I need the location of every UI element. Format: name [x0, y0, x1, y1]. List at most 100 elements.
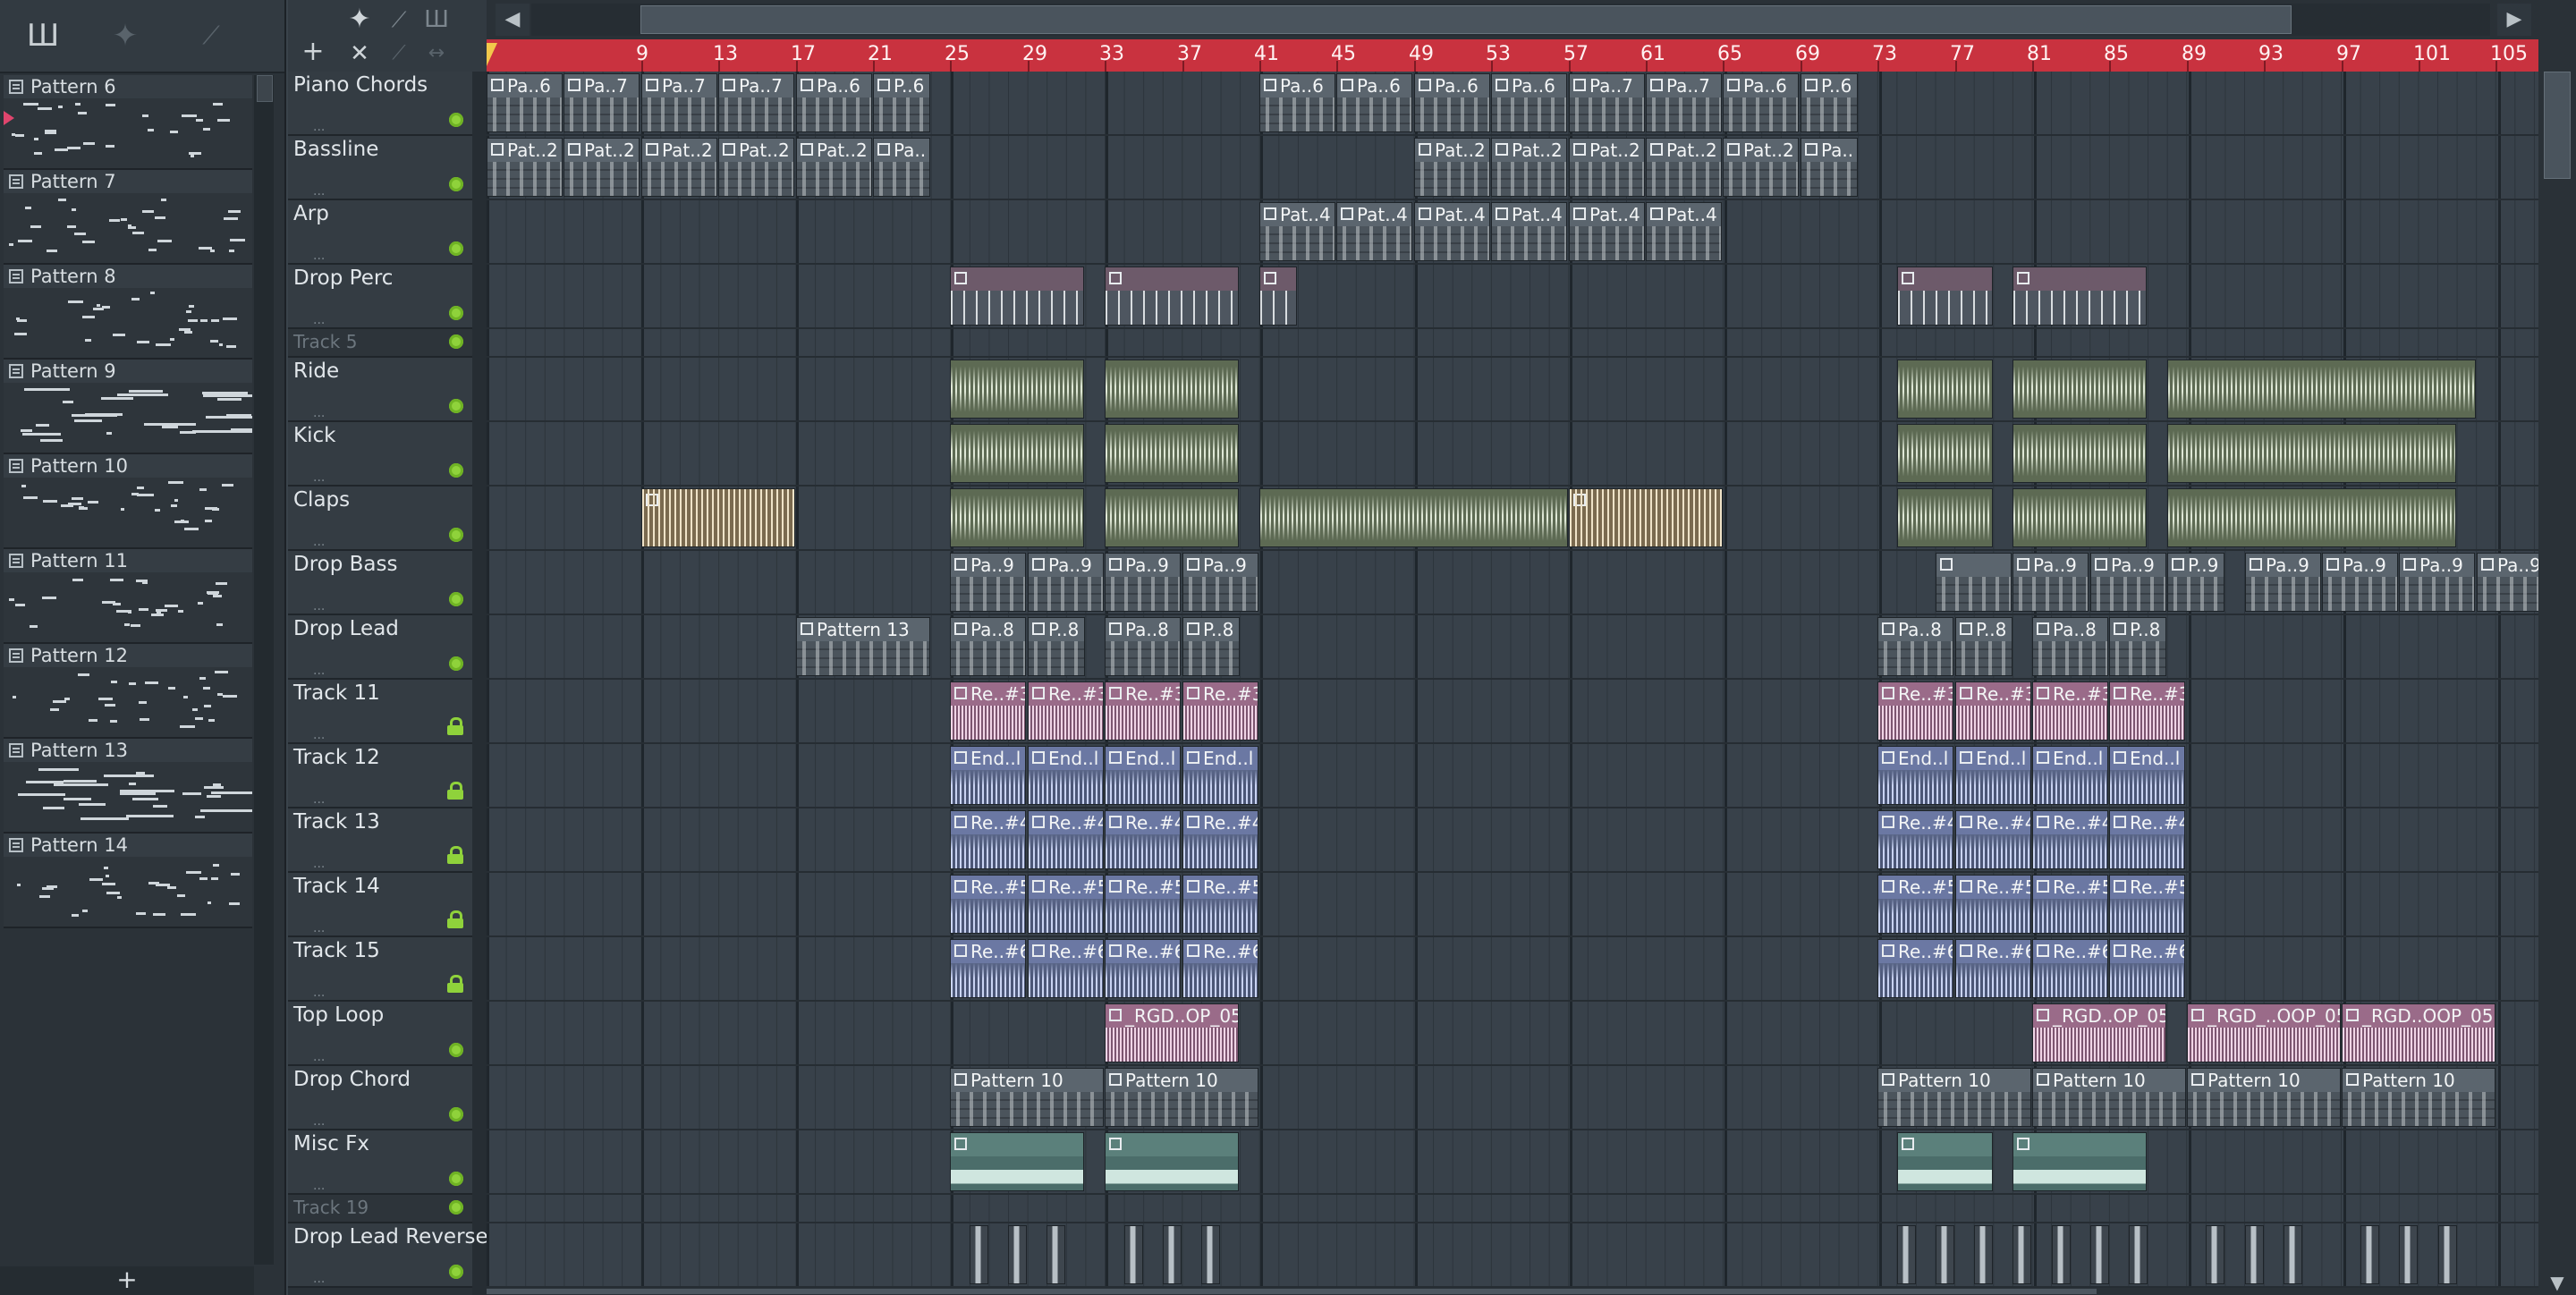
- track-header[interactable]: Bassline...: [288, 136, 472, 200]
- track-options[interactable]: ...: [313, 599, 325, 614]
- playlist-clip[interactable]: Re..#5: [2032, 875, 2108, 934]
- playlist-clip[interactable]: P..6: [1801, 73, 1858, 132]
- track-options[interactable]: ...: [313, 1050, 325, 1064]
- track-enable-led[interactable]: [449, 241, 463, 256]
- track-header[interactable]: Track 5: [288, 329, 472, 358]
- add-pattern-button[interactable]: +: [0, 1266, 254, 1295]
- waveform-icon[interactable]: ✦: [106, 18, 145, 54]
- lock-icon[interactable]: [447, 717, 463, 735]
- playlist-clip[interactable]: Re..#6: [2109, 939, 2185, 998]
- playlist-clip[interactable]: Pa..9: [950, 553, 1026, 612]
- playlist-clip[interactable]: Pat..2: [796, 138, 872, 197]
- pattern-item[interactable]: Pattern 7: [4, 170, 252, 265]
- playlist-clip[interactable]: [1201, 1225, 1220, 1284]
- playlist-clip[interactable]: Re..#4: [1877, 810, 1953, 869]
- playhead-marker[interactable]: [487, 43, 497, 66]
- track-lane[interactable]: [487, 551, 2538, 615]
- playlist-clip[interactable]: [2399, 1225, 2418, 1284]
- piano-roll-icon[interactable]: Ш: [23, 18, 63, 54]
- playlist-clip[interactable]: Re..#5: [2109, 875, 2185, 934]
- playlist-clip[interactable]: Pat..4: [1414, 202, 1490, 261]
- track-lane[interactable]: [487, 937, 2538, 1002]
- playlist-clip[interactable]: Re..#4: [1182, 810, 1258, 869]
- playlist-clip[interactable]: Re..#3: [1877, 681, 1953, 741]
- playlist-clip[interactable]: Pat..4: [1259, 202, 1335, 261]
- track-lane[interactable]: [487, 873, 2538, 937]
- playlist-clip[interactable]: Pat..2: [718, 138, 794, 197]
- playlist-clip[interactable]: [950, 360, 1084, 419]
- overview-right-arrow[interactable]: ▶: [2497, 4, 2531, 36]
- playlist-clip[interactable]: [1105, 360, 1239, 419]
- playlist-clip[interactable]: [1163, 1225, 1182, 1284]
- track-header[interactable]: Arp...: [288, 200, 472, 265]
- playlist-clip[interactable]: End..l: [1182, 746, 1258, 805]
- playlist-clip[interactable]: Pa..8: [1877, 617, 1953, 676]
- track-lane[interactable]: [487, 265, 2538, 329]
- playlist-clip[interactable]: [1105, 267, 1239, 326]
- track-options[interactable]: ...: [313, 406, 325, 420]
- playlist-clip[interactable]: Re..#6: [1877, 939, 1953, 998]
- playlist-clip[interactable]: End..l: [950, 746, 1026, 805]
- playlist-clip[interactable]: Pat..2: [1491, 138, 1567, 197]
- track-options[interactable]: ...: [313, 986, 325, 1000]
- lock-icon[interactable]: [447, 846, 463, 864]
- playlist-clip[interactable]: [1974, 1225, 1993, 1284]
- horizontal-scrollbar[interactable]: [487, 1288, 2538, 1295]
- playlist-clip[interactable]: [950, 424, 1084, 483]
- playlist-clip[interactable]: [2438, 1225, 2457, 1284]
- playlist-clip[interactable]: Pat..2: [1646, 138, 1722, 197]
- track-enable-led[interactable]: [449, 463, 463, 478]
- playlist-clip[interactable]: Pa..9: [2399, 553, 2475, 612]
- track-options[interactable]: ...: [313, 728, 325, 742]
- pattern-item[interactable]: Pattern 8: [4, 265, 252, 360]
- track-options[interactable]: ...: [313, 184, 325, 199]
- playlist-clip[interactable]: Re..#3: [2109, 681, 2185, 741]
- playlist-clip[interactable]: [1897, 1132, 1993, 1191]
- playlist-clip[interactable]: P..9: [2167, 553, 2224, 612]
- playlist-clip[interactable]: [1105, 1132, 1239, 1191]
- close-icon[interactable]: ✕: [340, 38, 379, 70]
- playlist-clip[interactable]: [2012, 424, 2147, 483]
- playlist-clip[interactable]: [2090, 1225, 2109, 1284]
- track-header[interactable]: Track 13...: [288, 808, 472, 873]
- timeline-ruler[interactable]: 9 13 17 21 25 29 33 37 41 45 49 53 57 61 65 69 73 77 81 85 8…: [487, 39, 2576, 73]
- track-options[interactable]: ...: [313, 792, 325, 807]
- track-lane[interactable]: [487, 808, 2538, 873]
- pattern-item[interactable]: Pattern 13: [4, 739, 252, 834]
- playlist-clip[interactable]: [950, 267, 1084, 326]
- track-options[interactable]: ...: [313, 857, 325, 871]
- playlist-clip[interactable]: Re..#3: [1028, 681, 1104, 741]
- playlist-clip[interactable]: _RGD..OP_05: [2032, 1003, 2166, 1062]
- playlist-clip[interactable]: Pat..4: [1491, 202, 1567, 261]
- pattern-item[interactable]: Pattern 14: [4, 834, 252, 928]
- picker-scroll-thumb[interactable]: [257, 75, 273, 102]
- track-options[interactable]: ...: [313, 664, 325, 678]
- song-overview[interactable]: [531, 4, 2490, 36]
- playlist-clip[interactable]: Re..#3: [2032, 681, 2108, 741]
- playlist-clip[interactable]: Re..#4: [2109, 810, 2185, 869]
- track-lane[interactable]: [487, 1130, 2538, 1195]
- playlist-clip[interactable]: Re..#4: [2032, 810, 2108, 869]
- track-header[interactable]: Track 14...: [288, 873, 472, 937]
- playlist-clip[interactable]: Pattern 13: [796, 617, 930, 676]
- track-enable-led[interactable]: [449, 399, 463, 413]
- track-enable-led[interactable]: [449, 528, 463, 542]
- playlist-clip[interactable]: Pa..6: [796, 73, 872, 132]
- playlist-clip[interactable]: P..8: [2109, 617, 2166, 676]
- slice-tool-icon[interactable]: ⟋: [379, 4, 419, 36]
- playlist-clip[interactable]: [950, 1132, 1084, 1191]
- playlist-clip[interactable]: Re..#6: [1105, 939, 1181, 998]
- pencil-icon[interactable]: ⟋: [379, 38, 419, 70]
- playlist-clip[interactable]: Re..#5: [1877, 875, 1953, 934]
- playlist-clip[interactable]: Re..#6: [950, 939, 1026, 998]
- playlist-clip[interactable]: Re..#4: [1105, 810, 1181, 869]
- track-lane[interactable]: [487, 615, 2538, 680]
- track-header[interactable]: Track 12...: [288, 744, 472, 808]
- playlist-clip[interactable]: [2012, 360, 2147, 419]
- track-header[interactable]: Drop Lead...: [288, 615, 472, 680]
- playlist-clip[interactable]: [1897, 1225, 1916, 1284]
- playlist-clip[interactable]: Pa..6: [487, 73, 563, 132]
- playlist-clip[interactable]: Pat..2: [641, 138, 717, 197]
- horizontal-scroll-thumb[interactable]: [487, 1289, 2097, 1294]
- automation-icon[interactable]: ⟋: [191, 18, 231, 54]
